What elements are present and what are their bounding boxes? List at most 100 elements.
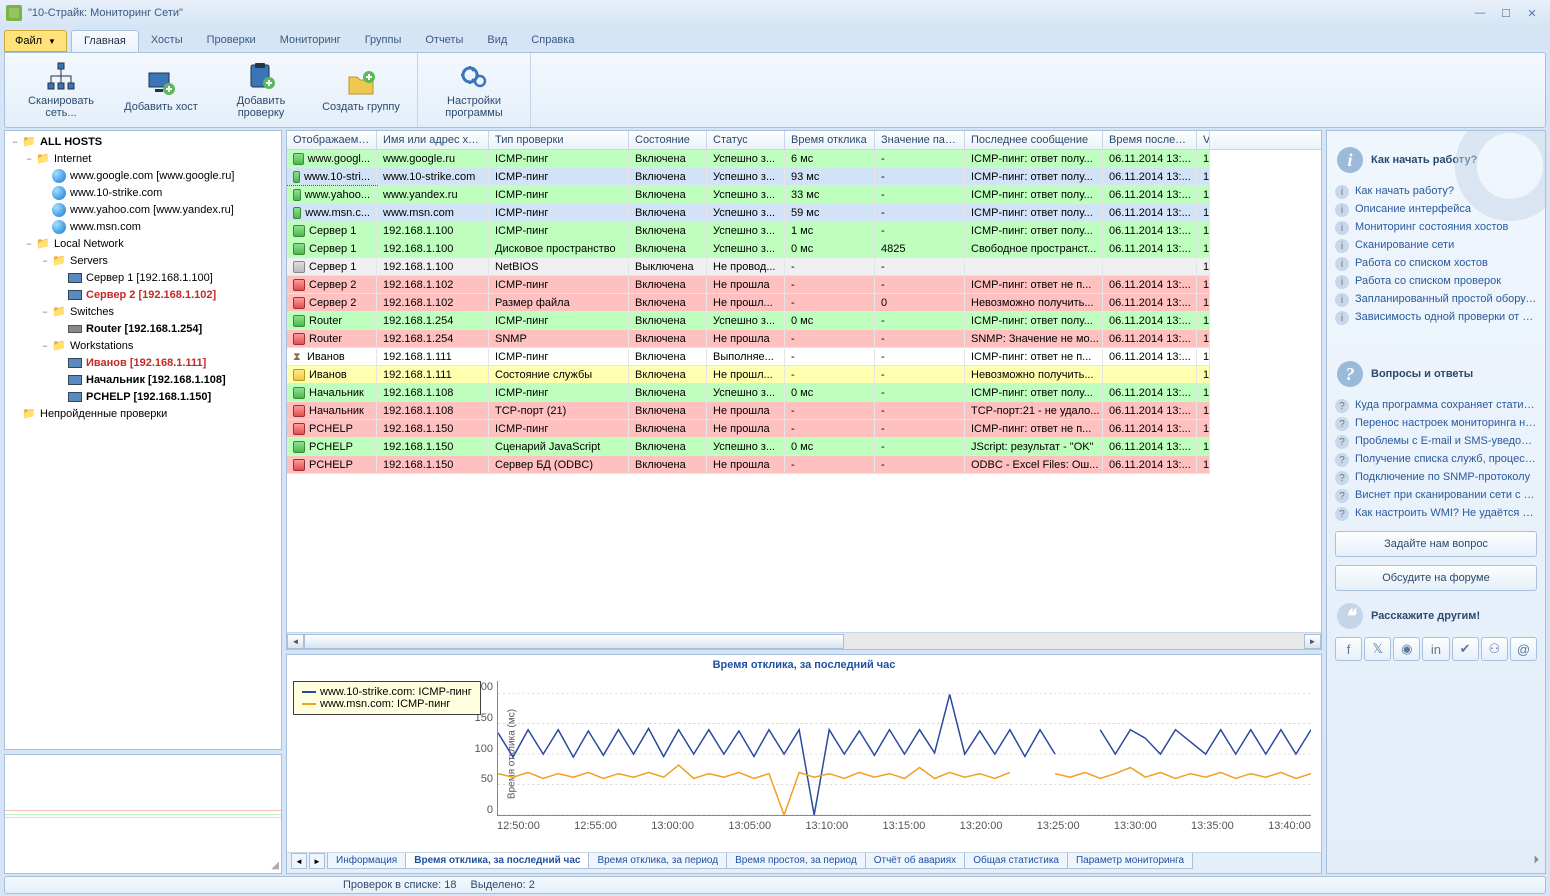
tree-node[interactable]: www.10-strike.com xyxy=(5,184,281,201)
tree-node[interactable]: Сервер 1 [192.168.1.100] xyxy=(5,269,281,286)
table-row[interactable]: Иванов192.168.1.111ICMP-пингВключенаВыпо… xyxy=(287,348,1321,366)
help-link[interactable]: ?Проблемы с E-mail и SMS-уведомлен... xyxy=(1335,433,1537,451)
add-host-button[interactable]: Добавить хост xyxy=(111,57,211,123)
vk-icon[interactable]: ✔ xyxy=(1452,637,1479,661)
tab-next-button[interactable]: ► xyxy=(309,853,325,869)
ribbon-tab-0[interactable]: Главная xyxy=(71,30,139,52)
table-row[interactable]: PCHELP192.168.1.150ICMP-пингВключенаНе п… xyxy=(287,420,1321,438)
table-row[interactable]: Router192.168.1.254SNMPВключенаНе прошла… xyxy=(287,330,1321,348)
help-link[interactable]: iМониторинг состояния хостов xyxy=(1335,219,1537,237)
add-check-button[interactable]: Добавить проверку xyxy=(211,57,311,123)
twitter-icon[interactable]: 𝕏 xyxy=(1364,637,1391,661)
tree-node[interactable]: www.msn.com xyxy=(5,218,281,235)
table-row[interactable]: www.googl...www.google.ruICMP-пингВключе… xyxy=(287,150,1321,168)
chart-tab[interactable]: Общая статистика xyxy=(964,853,1068,869)
tree-node[interactable]: Сервер 2 [192.168.1.102] xyxy=(5,286,281,303)
ribbon-tab-1[interactable]: Хосты xyxy=(139,30,195,52)
table-row[interactable]: www.yahoo...www.yandex.ruICMP-пингВключе… xyxy=(287,186,1321,204)
scroll-left-button[interactable]: ◄ xyxy=(287,634,304,649)
file-menu[interactable]: Файл▼ xyxy=(4,30,67,52)
chart-tab[interactable]: Время отклика, за период xyxy=(588,853,727,869)
tree-node[interactable]: −📁Switches xyxy=(5,303,281,320)
ribbon-tab-2[interactable]: Проверки xyxy=(195,30,268,52)
tree-node[interactable]: PCHELP [192.168.1.150] xyxy=(5,388,281,405)
column-header[interactable]: V xyxy=(1197,131,1210,149)
table-row[interactable]: Начальник192.168.1.108TCP-порт (21)Включ… xyxy=(287,402,1321,420)
ribbon-tab-7[interactable]: Справка xyxy=(519,30,586,52)
host-tree[interactable]: −📁ALL HOSTS−📁Internetwww.google.com [www… xyxy=(4,130,282,750)
ribbon-tab-4[interactable]: Группы xyxy=(353,30,414,52)
odnoklassniki-icon[interactable]: ⚇ xyxy=(1481,637,1508,661)
close-button[interactable]: ✕ xyxy=(1520,5,1544,21)
help-link[interactable]: iРабота со списком проверок xyxy=(1335,273,1537,291)
horizontal-scrollbar[interactable]: ◄ ► xyxy=(287,632,1321,649)
table-row[interactable]: www.10-stri...www.10-strike.comICMP-пинг… xyxy=(287,168,1321,186)
chart-tab[interactable]: Информация xyxy=(327,853,406,869)
tree-twisty-icon[interactable]: − xyxy=(39,256,51,266)
help-link[interactable]: ?Перенос настроек мониторинга на д... xyxy=(1335,415,1537,433)
column-header[interactable]: Последнее сообщение xyxy=(965,131,1103,149)
chart-tab[interactable]: Время простоя, за период xyxy=(726,853,866,869)
maximize-button[interactable]: ☐ xyxy=(1494,5,1518,21)
column-header[interactable]: Время послед... xyxy=(1103,131,1197,149)
help-link[interactable]: ?Получение списка служб, процессов... xyxy=(1335,451,1537,469)
tree-twisty-icon[interactable]: − xyxy=(9,137,21,147)
tree-node[interactable]: www.yahoo.com [www.yandex.ru] xyxy=(5,201,281,218)
scroll-right-button[interactable]: ► xyxy=(1304,634,1321,649)
facebook-icon[interactable]: f xyxy=(1335,637,1362,661)
table-row[interactable]: Сервер 1192.168.1.100Дисковое пространст… xyxy=(287,240,1321,258)
tree-node[interactable]: −📁Workstations xyxy=(5,337,281,354)
ribbon-tab-6[interactable]: Вид xyxy=(475,30,519,52)
help-link[interactable]: ?Подключение по SNMP-протоколу xyxy=(1335,469,1537,487)
help-link[interactable]: iСканирование сети xyxy=(1335,237,1537,255)
table-row[interactable]: PCHELP192.168.1.150Сценарий JavaScriptВк… xyxy=(287,438,1321,456)
tree-twisty-icon[interactable]: − xyxy=(23,239,35,249)
livejournal-icon[interactable]: ◉ xyxy=(1393,637,1420,661)
ask-question-button[interactable]: Задайте нам вопрос xyxy=(1335,531,1537,557)
ribbon-tab-5[interactable]: Отчеты xyxy=(413,30,475,52)
tree-twisty-icon[interactable]: − xyxy=(39,341,51,351)
minimize-button[interactable]: — xyxy=(1468,5,1492,21)
help-link[interactable]: iРабота со списком хостов xyxy=(1335,255,1537,273)
chart-tab[interactable]: Параметр мониторинга xyxy=(1067,853,1193,869)
chart-tab[interactable]: Отчёт об авариях xyxy=(865,853,965,869)
table-row[interactable]: Иванов192.168.1.111Состояние службыВключ… xyxy=(287,366,1321,384)
tree-node[interactable]: www.google.com [www.google.ru] xyxy=(5,167,281,184)
scan-network-button[interactable]: Сканировать сеть... xyxy=(11,57,111,123)
collapse-sidebar-button[interactable]: ⏵ xyxy=(1534,854,1540,867)
column-header[interactable]: Время отклика xyxy=(785,131,875,149)
table-row[interactable]: PCHELP192.168.1.150Сервер БД (ODBC)Включ… xyxy=(287,456,1321,474)
column-header[interactable]: Имя или адрес хо... xyxy=(377,131,489,149)
help-link[interactable]: iЗапланированный простой оборудов... xyxy=(1335,291,1537,309)
column-header[interactable]: Статус xyxy=(707,131,785,149)
help-link[interactable]: ?Как настроить WMI? Не удаётся нас... xyxy=(1335,505,1537,523)
chart-tab[interactable]: Время отклика, за последний час xyxy=(405,853,589,869)
table-row[interactable]: www.msn.c...www.msn.comICMP-пингВключена… xyxy=(287,204,1321,222)
column-header[interactable]: Тип проверки xyxy=(489,131,629,149)
at-icon[interactable]: @ xyxy=(1510,637,1537,661)
column-header[interactable]: Отображаемо... xyxy=(287,131,377,149)
discuss-forum-button[interactable]: Обсудите на форуме xyxy=(1335,565,1537,591)
checks-grid[interactable]: Отображаемо...Имя или адрес хо...Тип про… xyxy=(286,130,1322,650)
table-row[interactable]: Сервер 1192.168.1.100NetBIOSВыключенаНе … xyxy=(287,258,1321,276)
tree-node[interactable]: Иванов [192.168.1.111] xyxy=(5,354,281,371)
tree-node[interactable]: Начальник [192.168.1.108] xyxy=(5,371,281,388)
help-link[interactable]: ?Куда программа сохраняет статисти... xyxy=(1335,397,1537,415)
linkedin-icon[interactable]: in xyxy=(1422,637,1449,661)
tree-node[interactable]: 📁Непройденные проверки xyxy=(5,405,281,422)
tree-twisty-icon[interactable]: − xyxy=(23,154,35,164)
table-row[interactable]: Сервер 2192.168.1.102ICMP-пингВключенаНе… xyxy=(287,276,1321,294)
help-link[interactable]: ?Виснет при сканировании сети с вк... xyxy=(1335,487,1537,505)
column-header[interactable]: Состояние xyxy=(629,131,707,149)
tree-node[interactable]: −📁Local Network xyxy=(5,235,281,252)
ribbon-tab-3[interactable]: Мониторинг xyxy=(268,30,353,52)
settings-button[interactable]: Настройки программы xyxy=(424,57,524,123)
table-row[interactable]: Router192.168.1.254ICMP-пингВключенаУспе… xyxy=(287,312,1321,330)
table-row[interactable]: Начальник192.168.1.108ICMP-пингВключенаУ… xyxy=(287,384,1321,402)
table-row[interactable]: Сервер 1192.168.1.100ICMP-пингВключенаУс… xyxy=(287,222,1321,240)
column-header[interactable]: Значение пар... xyxy=(875,131,965,149)
tree-node[interactable]: −📁Internet xyxy=(5,150,281,167)
help-link[interactable]: iЗависимость одной проверки от дру... xyxy=(1335,309,1537,327)
scrollbar-thumb[interactable] xyxy=(304,634,844,649)
tree-node[interactable]: −📁ALL HOSTS xyxy=(5,133,281,150)
